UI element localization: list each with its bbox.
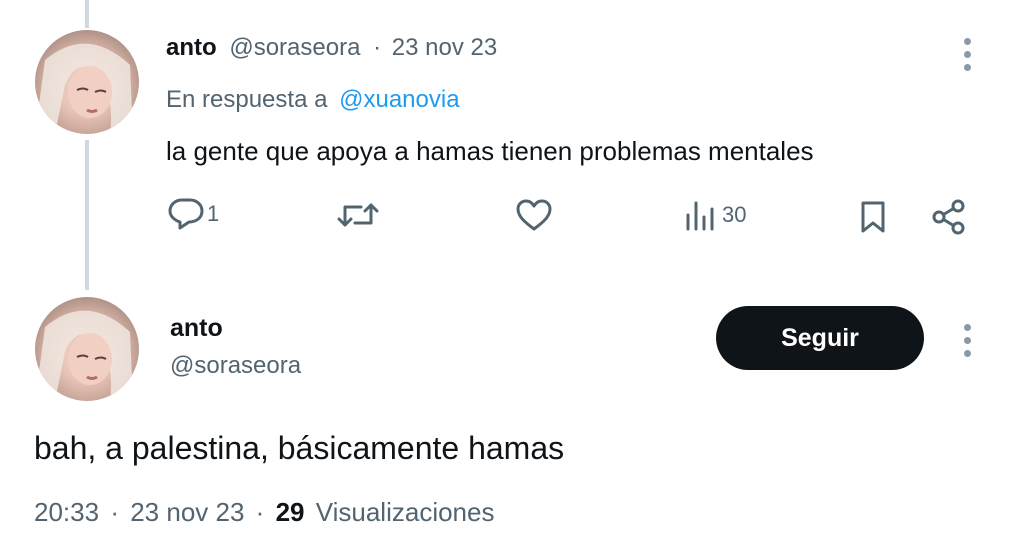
avatar[interactable]	[35, 30, 139, 134]
reply-button[interactable]: 1	[166, 196, 219, 232]
like-button[interactable]	[514, 197, 554, 233]
reply-count: 1	[207, 201, 220, 226]
tweet-date[interactable]: 23 nov 23	[130, 497, 244, 527]
thread-line-connector	[85, 140, 89, 290]
more-icon-dot	[963, 350, 971, 357]
tweet-time[interactable]: 20:33	[34, 497, 99, 527]
user-handle[interactable]: @soraseora	[170, 352, 301, 380]
follow-button[interactable]: Seguir	[716, 306, 924, 370]
retweet-icon	[337, 203, 379, 227]
more-options-button[interactable]	[962, 38, 972, 71]
views-count: 29	[275, 497, 305, 527]
views-button[interactable]: 30	[684, 197, 746, 233]
tweet-date[interactable]: 23 nov 23	[392, 34, 497, 61]
reply-to-handle[interactable]: @xuanovia	[339, 86, 459, 113]
like-icon	[516, 199, 552, 231]
user-handle[interactable]: @soraseora	[229, 34, 360, 61]
bookmark-icon	[861, 201, 885, 233]
more-icon-dot	[963, 337, 971, 344]
bookmark-button[interactable]	[858, 199, 888, 235]
display-name[interactable]: anto	[166, 34, 217, 61]
share-icon	[932, 199, 965, 235]
more-icon-dot	[963, 64, 971, 71]
views-icon	[686, 201, 714, 231]
more-options-button[interactable]	[962, 324, 972, 357]
views-count: 30	[722, 202, 747, 227]
reply-context-label: En respuesta a	[166, 86, 328, 113]
tweet-text: bah, a palestina, básicamente hamas	[34, 430, 565, 466]
meta-separator: ·	[110, 497, 119, 527]
retweet-button[interactable]	[335, 197, 381, 233]
avatar[interactable]	[35, 297, 139, 401]
more-icon-dot	[963, 38, 971, 45]
thread-line-top	[85, 0, 89, 28]
share-button[interactable]	[930, 198, 968, 236]
reply-icon	[168, 198, 204, 230]
more-icon-dot	[963, 51, 971, 58]
avatar-image	[35, 310, 133, 401]
more-icon-dot	[963, 324, 971, 331]
tweet-text: la gente que apoya a hamas tienen proble…	[166, 136, 814, 166]
display-name[interactable]: anto	[170, 314, 223, 343]
avatar-image	[35, 43, 133, 134]
meta-separator: ·	[373, 34, 382, 61]
meta-separator: ·	[255, 497, 265, 527]
views-label: Visualizaciones	[315, 497, 495, 527]
